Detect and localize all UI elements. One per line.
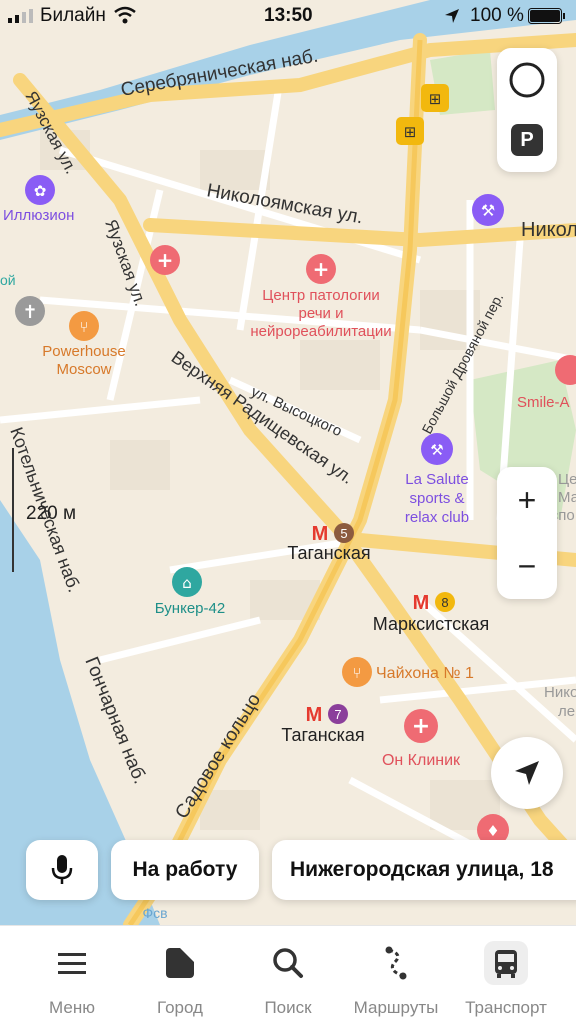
poi-label: ой <box>0 272 16 288</box>
zoom-in-button[interactable]: + <box>497 467 557 533</box>
wifi-icon <box>114 6 136 24</box>
layer-controls: P <box>497 48 557 172</box>
svg-text:M: M <box>413 592 430 614</box>
poi-label: Нико <box>544 684 576 701</box>
poi-label: Smile-A <box>517 394 570 411</box>
voice-search-button[interactable] <box>26 840 98 900</box>
poi-label: Чайхона № 1 <box>376 665 474 682</box>
svg-text:+: + <box>412 714 430 739</box>
bus-stop-icon[interactable]: ⊞ <box>421 84 449 112</box>
routes-icon <box>385 946 407 980</box>
svg-text:⚒: ⚒ <box>481 201 495 220</box>
carrier-name: Билайн <box>40 5 106 26</box>
svg-text:+: + <box>313 257 330 281</box>
svg-text:✿: ✿ <box>34 182 47 200</box>
svg-text:M: M <box>312 523 329 545</box>
zoom-controls: + − <box>497 467 557 599</box>
svg-text:⊞: ⊞ <box>404 123 417 141</box>
metro-line-number: 7 <box>334 707 341 722</box>
poi-label: Бункер-42 <box>155 600 225 617</box>
navigation-arrow-icon <box>515 761 539 785</box>
parking-icon[interactable]: P <box>511 124 543 156</box>
city-icon <box>166 948 194 978</box>
svg-text:+: + <box>157 248 174 272</box>
tab-label: Маршруты <box>353 998 439 1017</box>
poi-label: Це <box>558 471 576 488</box>
status-time: 13:50 <box>264 5 313 26</box>
status-bar: Билайн 13:50 100 % <box>0 0 576 34</box>
poi-label: La Salute <box>405 471 468 488</box>
poi-fitness[interactable]: ⚒ <box>472 194 504 226</box>
svg-text:✝: ✝ <box>22 302 37 323</box>
metro-name: Марксистская <box>373 614 489 634</box>
bus-icon <box>484 941 528 985</box>
poi-label: ле <box>558 703 575 720</box>
metro-line-number: 8 <box>441 595 448 610</box>
tab-transport[interactable]: Транспорт <box>451 926 561 1025</box>
poi-label: Фсв <box>142 905 167 921</box>
poi-label: Иллюзион <box>3 207 74 224</box>
tab-routes[interactable]: Маршруты <box>341 926 451 1025</box>
svg-text:⌂: ⌂ <box>182 574 192 592</box>
metro-name: Таганская <box>287 543 370 563</box>
menu-icon <box>58 953 86 974</box>
poi-label: речи и <box>299 305 344 322</box>
tab-label: Транспорт <box>465 998 547 1017</box>
tab-bar: Меню Город Поиск Маршруты Транспорт <box>0 925 576 1025</box>
svg-text:⑂: ⑂ <box>79 318 88 336</box>
bus-stop-icon[interactable]: ⊞ <box>396 117 424 145</box>
poi-fsv[interactable]: Фсв <box>142 905 167 921</box>
traffic-ring-icon[interactable] <box>507 60 547 100</box>
tab-label: Поиск <box>264 998 312 1017</box>
poi-label: Ма <box>558 489 576 506</box>
battery-percent: 100 % <box>470 5 524 26</box>
svg-text:M: M <box>306 704 323 726</box>
poi-label: Moscow <box>56 361 111 378</box>
scale-label: 220 м <box>26 503 76 524</box>
battery-icon <box>528 8 565 24</box>
tab-search[interactable]: Поиск <box>233 926 343 1025</box>
route-to-work-button[interactable]: На работу <box>111 840 259 900</box>
search-icon <box>273 948 303 978</box>
metro-line-number: 5 <box>340 526 347 541</box>
svg-text:⚒: ⚒ <box>430 441 443 459</box>
poi-label: Центр патологии <box>262 287 379 304</box>
my-location-button[interactable] <box>491 737 563 809</box>
metro-name: Таганская <box>281 725 364 745</box>
svg-text:⑂: ⑂ <box>352 664 361 682</box>
microphone-icon <box>51 855 73 884</box>
poi-label: sports & <box>409 490 464 507</box>
tab-label: Меню <box>49 998 95 1017</box>
svg-text:♦: ♦ <box>486 822 499 840</box>
signal-icon <box>8 9 33 23</box>
tab-label: Город <box>157 998 203 1017</box>
saved-address-button[interactable]: Нижегородская улица, 18 <box>272 840 576 900</box>
location-arrow-icon <box>445 9 459 23</box>
street-label: Николоямская <box>521 219 576 241</box>
map-canvas[interactable]: Серебряническая наб. Николоямская ул. Яу… <box>0 0 576 925</box>
tab-city[interactable]: Город <box>125 926 235 1025</box>
poi-label: Powerhouse <box>42 343 125 360</box>
poi-label: relax club <box>405 509 469 526</box>
zoom-out-button[interactable]: − <box>497 533 557 599</box>
poi-label: нейрореабилитации <box>250 323 391 340</box>
tab-menu[interactable]: Меню <box>17 926 127 1025</box>
svg-text:⊞: ⊞ <box>429 90 442 108</box>
poi-label: Он Клиник <box>382 752 461 769</box>
poi-clinic-top[interactable]: + <box>150 245 180 275</box>
